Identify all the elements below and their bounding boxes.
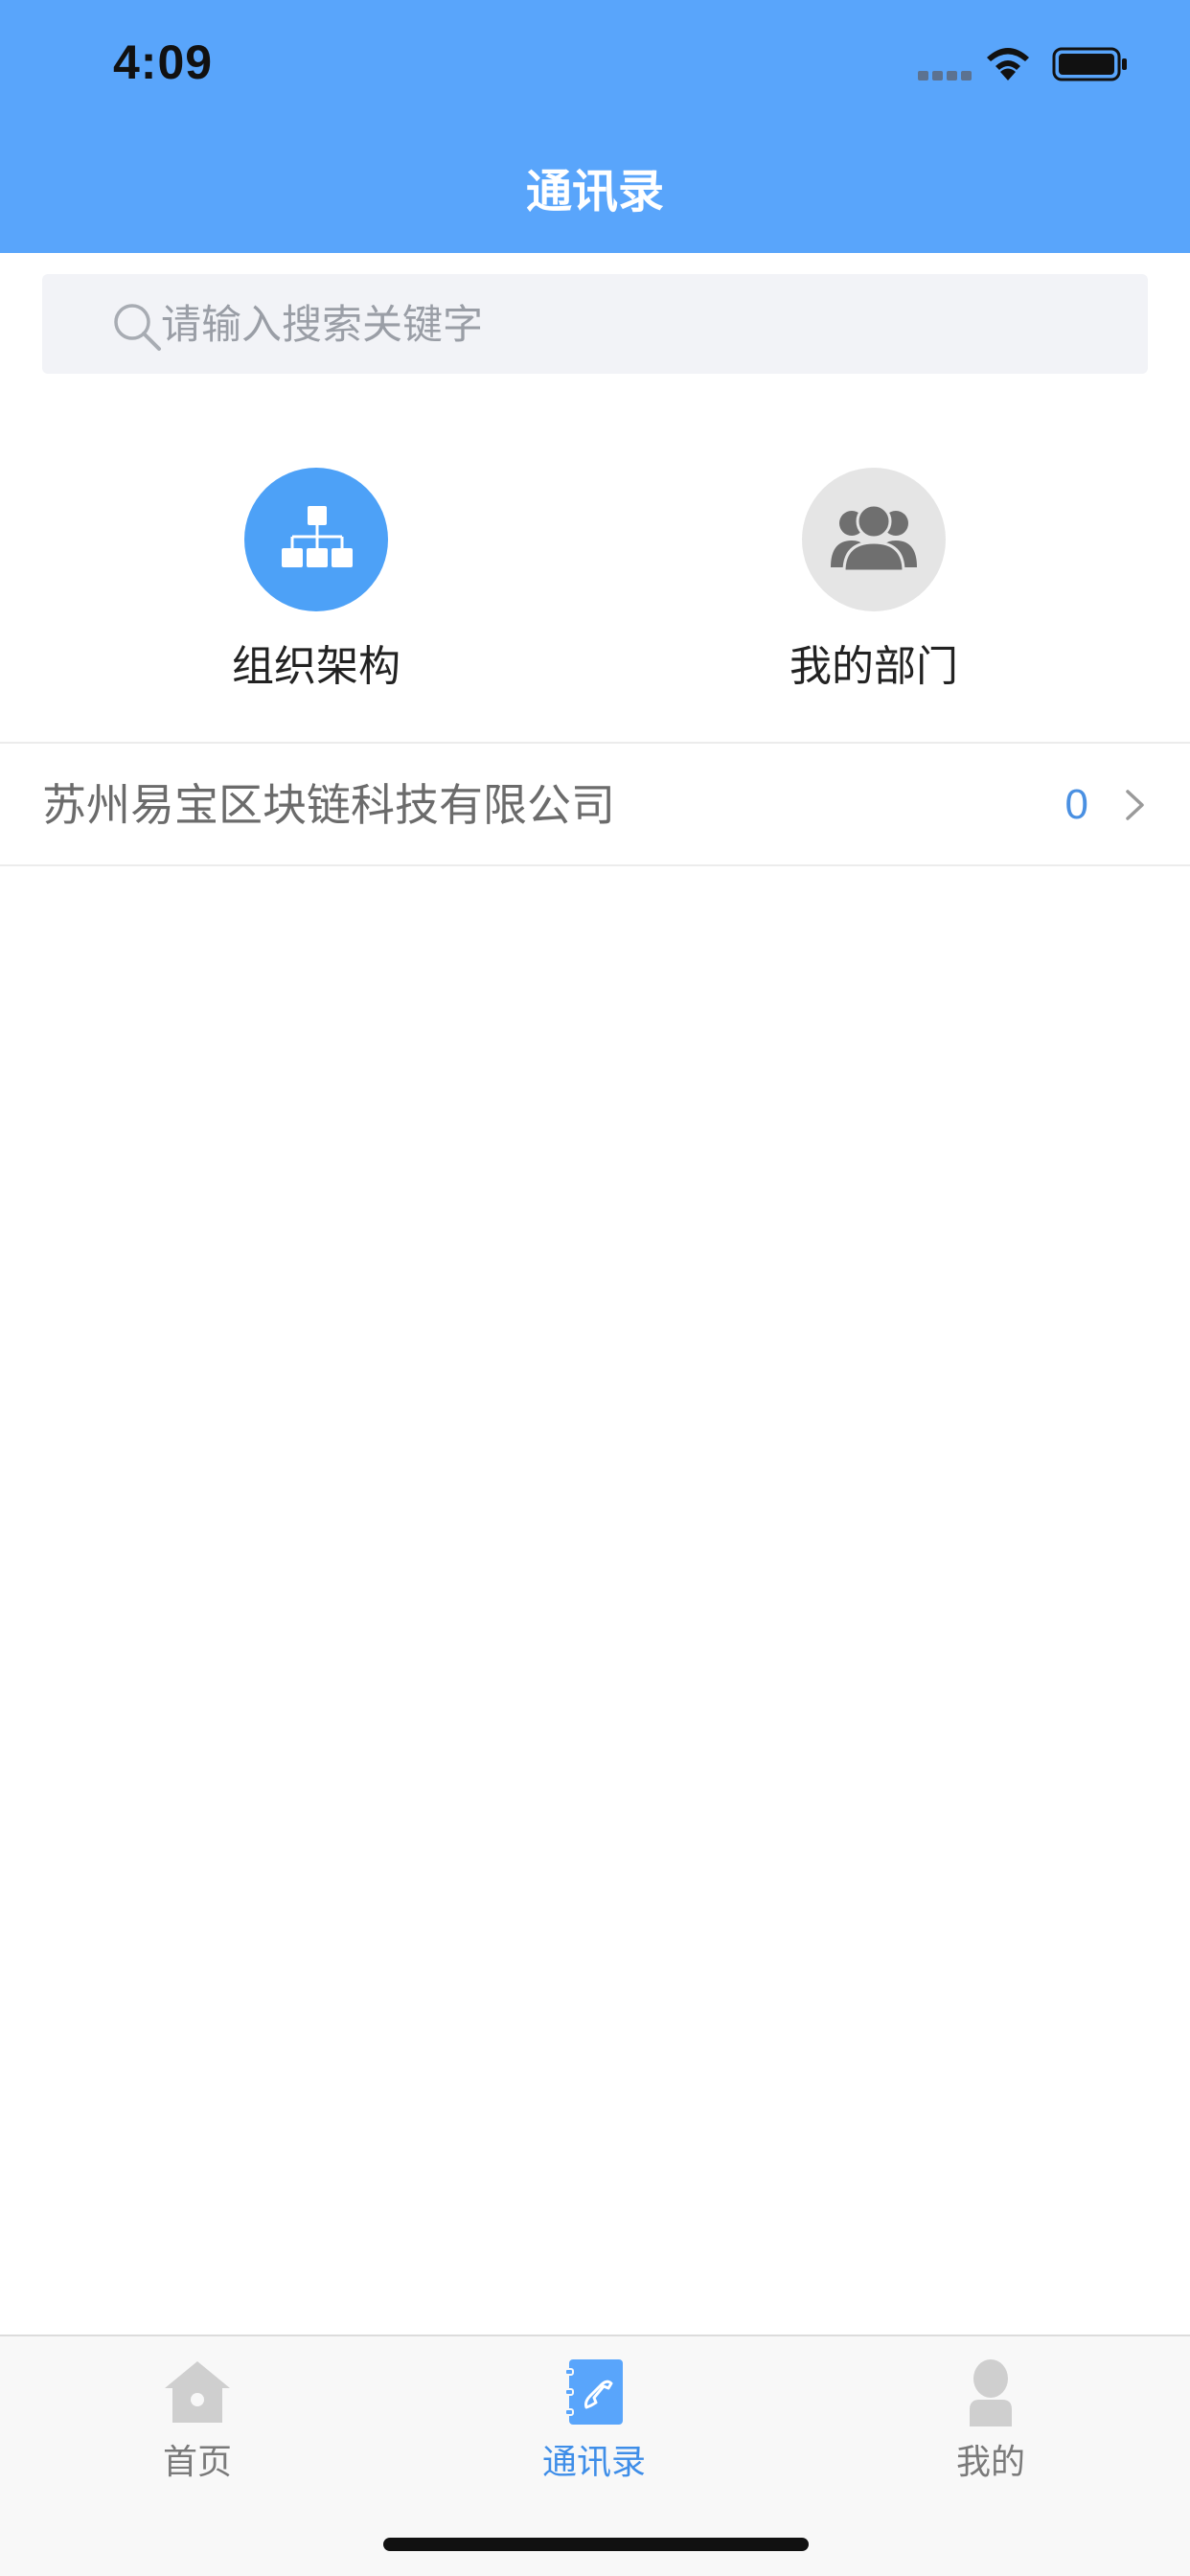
group-users-icon: [831, 503, 917, 573]
search-icon: [114, 304, 161, 351]
cellular-signal-icon: [918, 71, 972, 80]
org-structure-circle: [244, 468, 388, 611]
page-title: 通讯录: [525, 165, 664, 218]
member-count-badge: 0: [1064, 781, 1088, 828]
my-department-circle: [802, 468, 946, 611]
tab-contacts[interactable]: 通讯录: [498, 2354, 690, 2486]
app-screen: 4:09 通讯录 请输入搜索关键字 组织架构 我的部门 苏州易宝区块链科技有限公…: [0, 0, 1190, 2576]
tab-mine-label: 我的: [955, 2443, 1025, 2482]
my-department-button[interactable]: 我的部门: [682, 468, 1065, 696]
status-time: 4:09: [113, 35, 214, 89]
divider: [0, 864, 1190, 866]
home-icon: [165, 2361, 230, 2423]
user-icon: [970, 2359, 1012, 2426]
tab-home-label: 首页: [162, 2443, 232, 2482]
wifi-icon: [987, 48, 1029, 80]
contacts-book-icon: [564, 2359, 623, 2425]
org-chart-icon: [282, 506, 353, 567]
divider: [0, 742, 1190, 744]
org-structure-button[interactable]: 组织架构: [125, 468, 508, 696]
chevron-right-icon: [1126, 790, 1144, 820]
company-row[interactable]: 苏州易宝区块链科技有限公司 0: [0, 746, 1190, 864]
header: 4:09 通讯录: [0, 0, 1190, 253]
my-department-label: 我的部门: [790, 642, 958, 691]
search-placeholder: 请输入搜索关键字: [161, 301, 484, 348]
home-indicator: [383, 2538, 809, 2551]
tab-contacts-label: 通讯录: [541, 2443, 646, 2482]
tab-home[interactable]: 首页: [102, 2354, 293, 2486]
tab-mine[interactable]: 我的: [895, 2354, 1087, 2486]
company-name: 苏州易宝区块链科技有限公司: [42, 779, 615, 831]
search-input[interactable]: 请输入搜索关键字: [42, 274, 1148, 374]
battery-icon: [1052, 47, 1127, 81]
org-structure-label: 组织架构: [232, 642, 400, 691]
